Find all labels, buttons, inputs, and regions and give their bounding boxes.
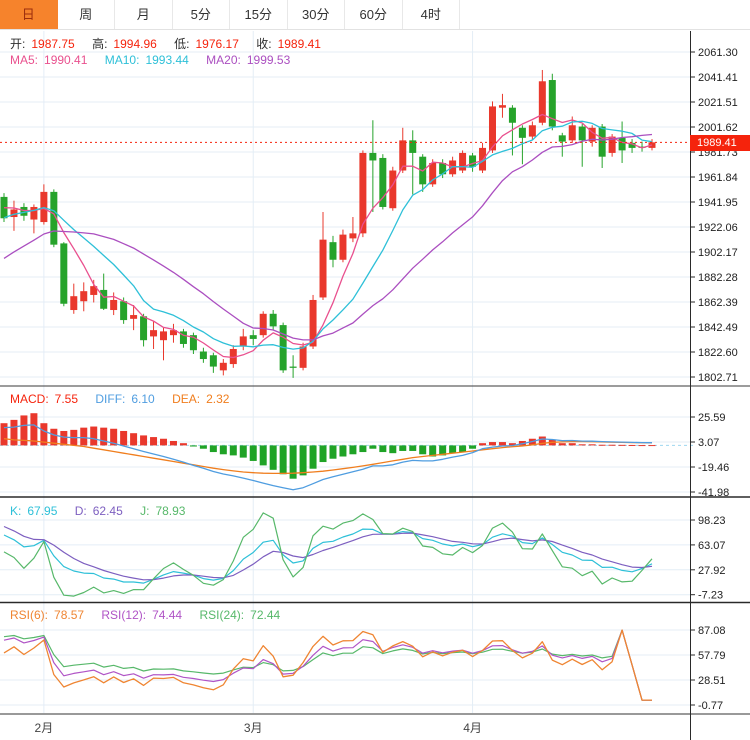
last-price-badge: 1989.41 [690, 135, 750, 151]
tab-5min[interactable]: 5分 [173, 0, 230, 29]
chart-canvas[interactable]: 2061.302041.412021.512001.621981.731961.… [0, 0, 750, 740]
x-axis-label-mar: 3月 [243, 721, 263, 735]
svg-text:1902.17: 1902.17 [698, 247, 738, 259]
chart-app: 2061.30 2041.41 2021.51 2001.62 1981.73 1961.… [0, 0, 750, 740]
svg-text:3.07: 3.07 [698, 437, 719, 449]
svg-text:1862.39: 1862.39 [698, 297, 738, 309]
svg-text:2021.51: 2021.51 [698, 97, 738, 109]
svg-text:25.59: 25.59 [698, 412, 726, 424]
svg-text:98.23: 98.23 [698, 515, 726, 527]
tab-weekly[interactable]: 周 [58, 0, 115, 29]
svg-text:1802.71: 1802.71 [698, 372, 738, 384]
svg-text:2061.30: 2061.30 [698, 47, 738, 59]
svg-text:1842.49: 1842.49 [698, 322, 738, 334]
tab-60min[interactable]: 60分 [345, 0, 403, 29]
tab-4hour[interactable]: 4时 [403, 0, 460, 29]
svg-text:-0.77: -0.77 [698, 700, 723, 712]
svg-text:1882.28: 1882.28 [698, 272, 738, 284]
svg-text:1961.84: 1961.84 [698, 172, 738, 184]
svg-text:87.08: 87.08 [698, 625, 726, 637]
svg-text:1941.95: 1941.95 [698, 197, 738, 209]
x-axis-label-apr: 4月 [463, 721, 482, 735]
svg-text:-7.23: -7.23 [698, 590, 723, 602]
timeframe-tabbar: 日 周 月 5分 15分 30分 60分 4时 [0, 0, 750, 30]
tab-30min[interactable]: 30分 [288, 0, 345, 29]
x-axis-label-feb: 2月 [34, 721, 54, 735]
svg-text:1822.60: 1822.60 [698, 347, 738, 359]
svg-text:57.79: 57.79 [698, 650, 726, 662]
tab-15min[interactable]: 15分 [230, 0, 288, 29]
svg-text:63.07: 63.07 [698, 540, 726, 552]
svg-text:2041.41: 2041.41 [698, 72, 738, 84]
svg-text:1922.06: 1922.06 [698, 222, 738, 234]
tab-monthly[interactable]: 月 [115, 0, 173, 29]
svg-text:27.92: 27.92 [698, 565, 726, 577]
tab-daily[interactable]: 日 [0, 0, 58, 29]
svg-text:2001.62: 2001.62 [698, 122, 738, 134]
svg-text:-19.46: -19.46 [698, 462, 729, 474]
svg-text:28.51: 28.51 [698, 675, 726, 687]
